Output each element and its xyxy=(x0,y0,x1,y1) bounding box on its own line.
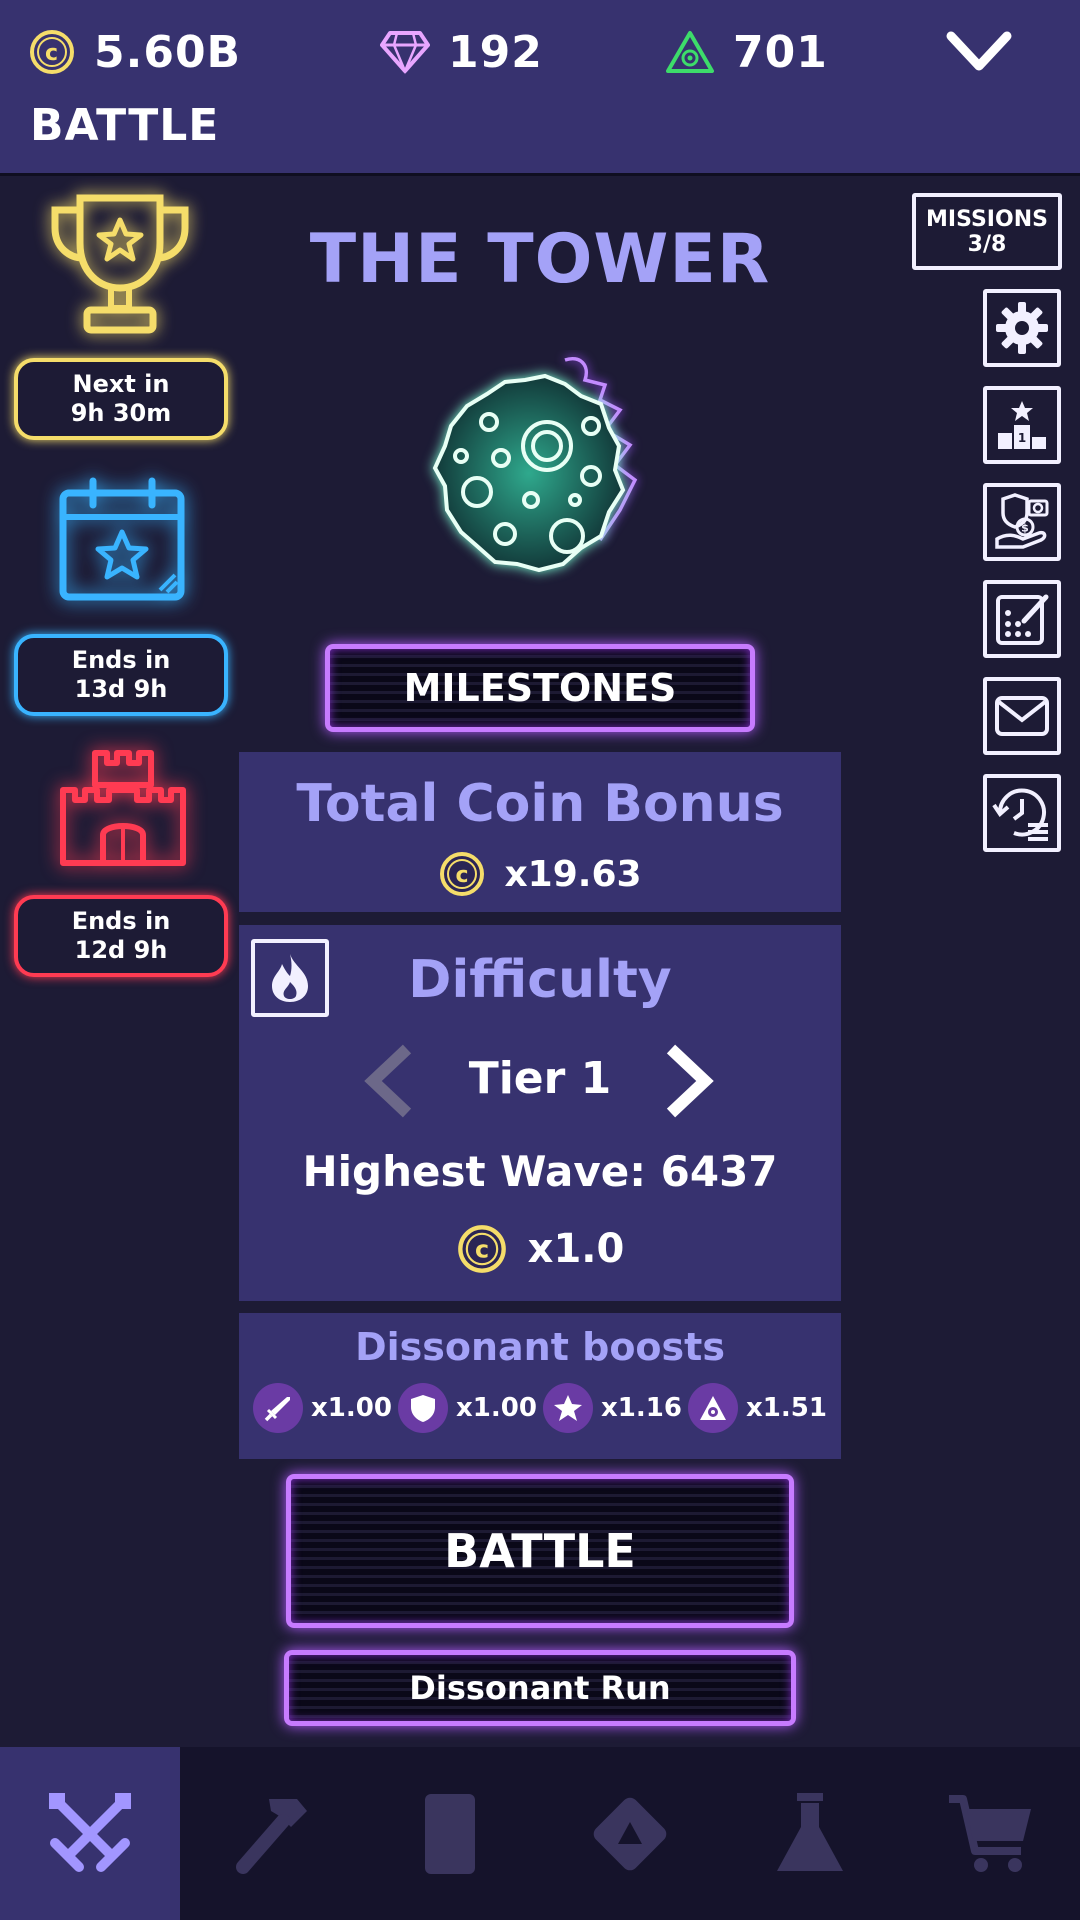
history-icon[interactable] xyxy=(983,774,1061,852)
stones-counter: 701 xyxy=(665,22,828,82)
gems-counter: 192 xyxy=(380,22,543,82)
stones-value: 701 xyxy=(733,26,828,78)
svg-text:c: c xyxy=(475,1236,489,1264)
tournament-timer-line1: Next in xyxy=(72,370,170,398)
guild-timer-line1: Ends in xyxy=(71,907,171,935)
game-title: THE TOWER xyxy=(309,220,771,299)
boost-item: x1.51 xyxy=(688,1383,827,1433)
modules-icon xyxy=(593,1797,667,1870)
nav-labs-tab[interactable] xyxy=(720,1747,900,1920)
boost-value: x1.00 xyxy=(456,1393,537,1423)
battle-button[interactable]: BATTLE xyxy=(286,1474,794,1628)
cards-icon xyxy=(425,1793,475,1874)
tier-label: Tier 1 xyxy=(468,1053,612,1104)
svg-text:1: 1 xyxy=(1018,431,1026,445)
tournament-timer[interactable]: Next in 9h 30m xyxy=(14,358,228,440)
milestones-button[interactable]: MILESTONES xyxy=(325,644,755,732)
tower-planet-icon[interactable] xyxy=(405,350,675,614)
coin-icon: c xyxy=(440,852,485,896)
tier-next-arrow-icon[interactable] xyxy=(659,1043,719,1123)
tier-multiplier-value: x1.0 xyxy=(527,1226,625,1272)
coins-value: 5.60B xyxy=(94,26,242,78)
missions-button[interactable]: MISSIONS 3/8 xyxy=(912,193,1062,270)
coin-bonus-panel: Total Coin Bonus c x19.63 xyxy=(239,752,841,912)
workshop-icon xyxy=(236,1798,307,1874)
event-timer[interactable]: Ends in 13d 9h xyxy=(14,634,228,716)
coins-counter: c 5.60B xyxy=(28,22,241,82)
guild-timer[interactable]: Ends in 12d 9h xyxy=(14,895,228,977)
boost-item: x1.00 xyxy=(253,1383,392,1433)
app-root: { "header": { "coins": "5.60B", "gems": … xyxy=(0,0,1080,1920)
dissonant-run-button[interactable]: Dissonant Run xyxy=(284,1650,796,1726)
bottom-nav xyxy=(0,1747,1080,1920)
mail-icon[interactable] xyxy=(983,677,1061,755)
nav-cards-tab[interactable] xyxy=(360,1747,540,1920)
settings-icon[interactable] xyxy=(983,289,1061,367)
coin-bonus-value: x19.63 xyxy=(504,853,642,895)
screen-title: BATTLE xyxy=(30,100,220,151)
boosts-title: Dissonant boosts xyxy=(355,1325,725,1369)
svg-text:$: $ xyxy=(1021,522,1029,535)
tier-multiplier-row: c x1.0 xyxy=(239,1223,841,1275)
nav-battle-tab[interactable] xyxy=(0,1747,180,1920)
gem-icon xyxy=(380,31,430,75)
coin-bonus-title: Total Coin Bonus xyxy=(296,774,784,834)
boost-item: x1.00 xyxy=(398,1383,537,1433)
nav-workshop-tab[interactable] xyxy=(180,1747,360,1920)
gems-value: 192 xyxy=(448,26,543,78)
star-icon xyxy=(543,1383,593,1433)
coin-icon: c xyxy=(457,1225,506,1273)
highest-wave: Highest Wave: 6437 xyxy=(302,1147,778,1196)
shield-icon xyxy=(398,1383,448,1433)
tournament-timer-line2: 9h 30m xyxy=(70,399,172,427)
nav-modules-tab[interactable] xyxy=(540,1747,720,1920)
shop-icon xyxy=(949,1794,1031,1872)
calendar-star-icon[interactable] xyxy=(55,475,190,609)
sword-icon xyxy=(253,1383,303,1433)
event-timer-line2: 13d 9h xyxy=(74,675,168,703)
boost-value: x1.16 xyxy=(601,1393,682,1423)
labs-icon xyxy=(777,1792,843,1871)
svg-text:c: c xyxy=(456,863,469,888)
guild-timer-line2: 12d 9h xyxy=(74,936,168,964)
stone-icon xyxy=(666,31,714,73)
difficulty-title: Difficulty xyxy=(408,950,672,1010)
event-timer-line1: Ends in xyxy=(71,646,171,674)
coin-bonus-row: c x19.63 xyxy=(239,850,841,898)
difficulty-panel: Difficulty Tier 1 Highest Wave: 6437 c x… xyxy=(239,925,841,1301)
boost-value: x1.51 xyxy=(746,1393,827,1423)
svg-text:c: c xyxy=(45,41,59,66)
stone-icon xyxy=(688,1383,738,1433)
castle-icon[interactable] xyxy=(55,745,190,874)
boost-item: x1.16 xyxy=(543,1383,682,1433)
trophy-icon[interactable] xyxy=(45,188,195,342)
boost-value: x1.00 xyxy=(311,1393,392,1423)
battle-icon xyxy=(49,1792,131,1872)
coin-icon: c xyxy=(30,30,74,74)
dissonant-boosts-panel: Dissonant boosts x1.00 x1.00 x1.16 x1.51 xyxy=(239,1313,841,1459)
missions-progress: 3/8 xyxy=(967,231,1007,257)
nav-shop-tab[interactable] xyxy=(900,1747,1080,1920)
top-header: c 5.60B 192 701 BATTLE xyxy=(0,0,1080,176)
missions-label: MISSIONS xyxy=(926,206,1048,232)
offers-icon[interactable]: $ xyxy=(983,483,1061,561)
collapse-chevron-icon[interactable] xyxy=(945,28,1013,80)
stats-icon[interactable] xyxy=(983,580,1061,658)
leaderboard-icon[interactable]: 1 xyxy=(983,386,1061,464)
